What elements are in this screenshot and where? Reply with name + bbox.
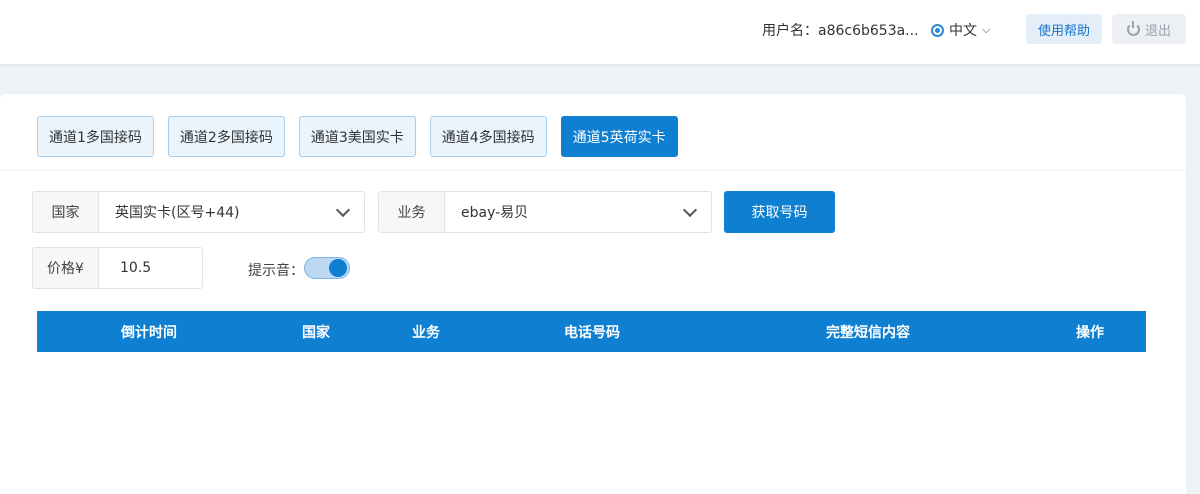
tone-label: 提示音： [248,263,304,279]
column-header-sms: 完整短信内容 [826,325,910,341]
tab-channel-2[interactable]: 通道2多国接码 [167,116,285,157]
price-label: 价格¥ [33,248,99,288]
language-selector[interactable]: 中文 ⌵ [931,20,990,40]
tab-channel-1[interactable]: 通道1多国接码 [37,116,154,157]
username-display: 用户名：a86c6b653a... [762,23,919,39]
country-label: 国家 [33,192,99,232]
country-select[interactable]: 国家 英国实卡(区号+44) [32,191,365,233]
column-header-action: 操作 [1076,325,1104,341]
tone-toggle[interactable] [304,257,350,279]
toggle-knob [329,259,347,277]
column-header-countdown: 倒计时间 [121,325,177,341]
chevron-down-icon [682,202,698,218]
get-number-button[interactable]: 获取号码 [724,191,835,233]
logout-label: 退出 [1144,23,1171,39]
column-header-service: 业务 [412,325,440,341]
table-header: 倒计时间 国家 业务 电话号码 完整短信内容 操作 [37,311,1146,352]
help-button[interactable]: 使用帮助 [1026,14,1102,44]
language-label: 中文 [949,23,977,39]
globe-icon [931,23,944,37]
top-bar: 用户名：a86c6b653a... 中文 ⌵ 使用帮助 退出 [0,0,1200,64]
column-header-country: 国家 [302,325,330,341]
country-value: 英国实卡(区号+44) [115,205,240,221]
tab-channel-4[interactable]: 通道4多国接码 [429,116,547,157]
divider [0,170,1186,171]
main-panel: 通道1多国接码 通道2多国接码 通道3美国实卡 通道4多国接码 通道5英荷实卡 … [0,94,1186,494]
price-value: 10.5 [120,260,152,276]
service-label: 业务 [379,192,445,232]
price-field[interactable]: 价格¥ 10.5 [32,247,203,289]
channel-tabs: 通道1多国接码 通道2多国接码 通道3美国实卡 通道4多国接码 通道5英荷实卡 [37,116,678,157]
tab-channel-5[interactable]: 通道5英荷实卡 [560,116,678,157]
service-select[interactable]: 业务 ebay-易贝 [378,191,712,233]
power-icon [1126,20,1140,36]
logout-button[interactable]: 退出 [1112,14,1186,44]
tab-channel-3[interactable]: 通道3美国实卡 [298,116,416,157]
chevron-down-icon: ⌵ [982,23,991,36]
chevron-down-icon [335,202,351,218]
service-value: ebay-易贝 [461,205,529,221]
column-header-phone: 电话号码 [564,325,620,341]
